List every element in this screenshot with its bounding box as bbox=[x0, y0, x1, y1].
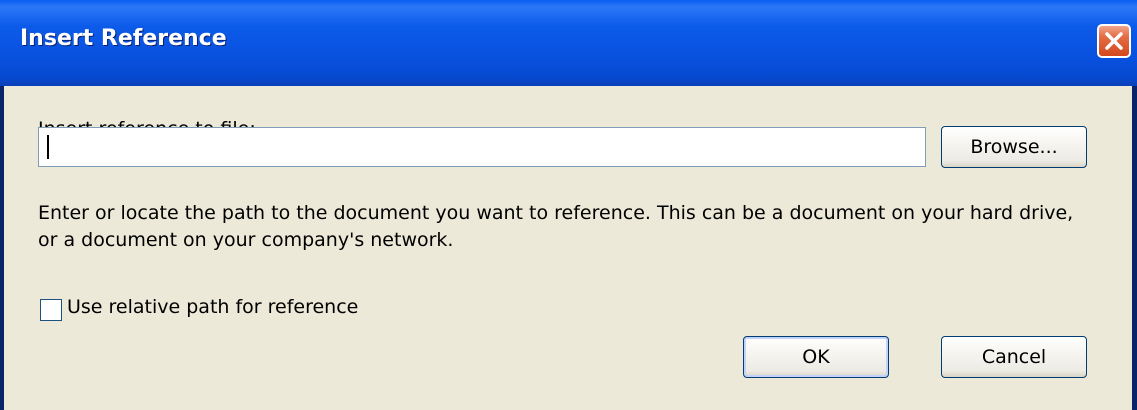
insert-reference-dialog: Insert Reference Insert reference to fil… bbox=[0, 0, 1137, 410]
text-caret bbox=[47, 135, 49, 159]
cancel-button[interactable]: Cancel bbox=[941, 336, 1087, 378]
relative-path-checkbox[interactable] bbox=[40, 299, 62, 321]
relative-path-label[interactable]: Use relative path for reference bbox=[67, 296, 358, 318]
description-text: Enter or locate the path to the document… bbox=[38, 202, 1074, 251]
ok-button[interactable]: OK bbox=[743, 336, 889, 378]
file-path-input[interactable] bbox=[38, 127, 926, 167]
browse-button[interactable]: Browse... bbox=[941, 126, 1087, 168]
close-icon bbox=[1105, 32, 1123, 50]
close-button[interactable] bbox=[1097, 24, 1131, 58]
dialog-title: Insert Reference bbox=[20, 26, 227, 51]
dialog-body: Insert reference to file: Browse... Ente… bbox=[4, 86, 1132, 410]
title-bar[interactable]: Insert Reference bbox=[0, 0, 1137, 86]
